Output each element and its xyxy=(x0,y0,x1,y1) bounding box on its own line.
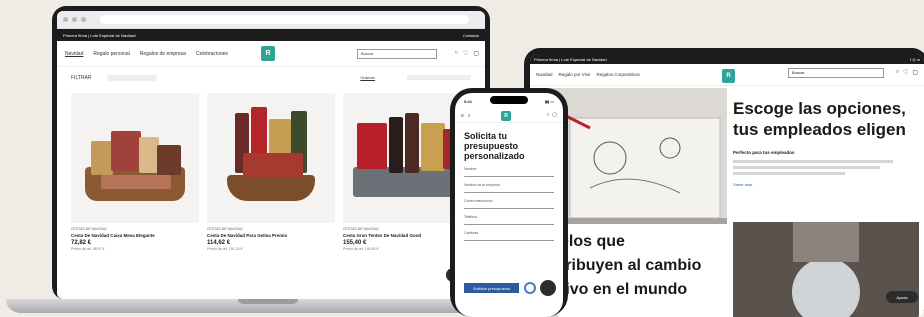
social-icons: f ◎ in xyxy=(910,56,920,62)
cart-icon[interactable]: ▢ xyxy=(473,50,479,57)
tablet-screen: Primera firma | Lote Especial de Navidad… xyxy=(530,54,924,317)
chat-widget-button[interactable]: Ayuda xyxy=(886,291,918,303)
promo-text: Primera firma | Lote Especial de Navidad xyxy=(63,32,136,38)
nav-item-regalos-corporativos[interactable]: Regalos Corporativos xyxy=(596,72,639,77)
promo-banner: Primera firma | Lote Especial de Navidad… xyxy=(57,29,485,41)
promo-contact-link[interactable]: Contacto xyxy=(463,33,479,38)
submit-button[interactable]: Solicitar presupuesto xyxy=(464,283,519,293)
section-subheading: Perfecto para tus empleados xyxy=(733,150,795,155)
address-bar[interactable] xyxy=(100,15,469,24)
laptop-base xyxy=(6,299,528,313)
product-price: 72,82 € xyxy=(71,240,92,246)
filter-chips[interactable] xyxy=(107,75,158,81)
product-brand: CESTAS DE NAVIDAD xyxy=(207,227,243,231)
learn-more-link[interactable]: Saber más xyxy=(733,182,752,187)
main-nav: Navidad Regalo por Vivir Regalos Corpora… xyxy=(530,64,924,86)
recaptcha-icon[interactable] xyxy=(524,282,536,294)
product-card[interactable]: CESTAS DE NAVIDAD Cesta De Navidad Para … xyxy=(207,93,335,251)
form-title: Solicita tu presupuesto personalizado xyxy=(464,131,525,161)
window-minimize-icon[interactable] xyxy=(72,17,77,22)
wishlist-icon[interactable]: ♡ xyxy=(463,50,468,57)
mobile-nav: ≡ ⌕ R ○ ▢ xyxy=(455,109,563,123)
window-close-icon[interactable] xyxy=(63,17,68,22)
product-price: 114,62 € xyxy=(207,240,231,246)
window-maximize-icon[interactable] xyxy=(81,17,86,22)
wishlist-icon[interactable]: ♡ xyxy=(903,69,908,76)
form-field-company[interactable]: Nombre de tu empresa xyxy=(464,183,554,193)
catalog-toolbar: FILTRAR Ordenar xyxy=(57,67,485,89)
brand-logo[interactable]: R xyxy=(501,111,511,121)
sort-button[interactable]: Ordenar xyxy=(360,75,375,80)
product-reference-price: Precio de ref. 88,97 € xyxy=(71,247,105,251)
nav-item-navidad[interactable]: Navidad xyxy=(536,72,553,77)
user-icon[interactable]: ○ xyxy=(454,50,458,57)
form-field-name[interactable]: Nombre xyxy=(464,167,554,177)
product-name[interactable]: Cesta De Navidad Caixa Mesa Elegante xyxy=(71,233,199,238)
product-card[interactable]: CESTAS DE NAVIDAD Cesta De Navidad Caixa… xyxy=(71,93,199,251)
devices-mockup: Primera firma | Lote Especial de Navidad… xyxy=(0,0,924,317)
promo-text: Primera firma | Lote Especial de Navidad xyxy=(534,56,607,62)
form-field-phone[interactable]: Teléfono xyxy=(464,215,554,225)
search-input[interactable]: Buscar xyxy=(788,68,884,78)
nav-item-regalo-por-vivir[interactable]: Regalo por Vivir xyxy=(559,72,591,77)
user-icon[interactable]: ○ xyxy=(895,69,899,76)
overlay-heading: elos que tribuyen al cambio tivo en el m… xyxy=(560,233,702,298)
menu-icon[interactable]: ≡ xyxy=(461,113,464,119)
nav-item-regalo-personal[interactable]: Regalo personal xyxy=(93,51,129,57)
search-icon[interactable]: ⌕ xyxy=(468,113,471,119)
browser-toolbar xyxy=(57,11,485,29)
section-body-text xyxy=(733,160,893,178)
brand-logo[interactable]: R xyxy=(261,46,275,61)
chat-widget-button[interactable] xyxy=(540,280,556,296)
filter-button[interactable]: FILTRAR xyxy=(71,75,91,81)
product-brand: CESTAS DE NAVIDAD xyxy=(71,227,107,231)
search-input[interactable]: Buscar xyxy=(357,49,437,59)
nav-item-regalos-empresa[interactable]: Regalos de empresa xyxy=(140,51,186,57)
main-nav: Navidad Regalo personal Regalos de empre… xyxy=(57,41,485,67)
product-name[interactable]: Cesta De Navidad Para Gelisa Premio xyxy=(207,233,335,238)
product-image[interactable] xyxy=(71,93,199,223)
laptop-screen: Primera firma | Lote Especial de Navidad… xyxy=(57,11,485,299)
section-heading: Escoge las opciones, tus empleados elige… xyxy=(733,99,906,139)
nav-item-navidad[interactable]: Navidad xyxy=(65,51,83,57)
user-icon[interactable]: ○ xyxy=(546,112,549,118)
product-image[interactable] xyxy=(207,93,335,223)
dynamic-island xyxy=(490,96,528,104)
sort-dropdown[interactable] xyxy=(407,75,471,80)
header-icons: ○ ▢ xyxy=(546,112,557,118)
cart-icon[interactable]: ▢ xyxy=(552,112,557,118)
brand-logo[interactable]: R xyxy=(722,69,735,83)
cart-icon[interactable]: ▢ xyxy=(912,69,918,76)
signal-battery-icon: ▮▮ ▭ xyxy=(544,98,554,104)
nav-item-celebraciones[interactable]: Celebraciones xyxy=(196,51,228,57)
header-icons: ○ ♡ ▢ xyxy=(454,50,479,57)
form-field-email[interactable]: Correo electrónico xyxy=(464,199,554,209)
product-grid: CESTAS DE NAVIDAD Cesta De Navidad Caixa… xyxy=(57,89,485,255)
promo-banner: Primera firma | Lote Especial de Navidad… xyxy=(530,54,924,64)
header-icons: ○ ♡ ▢ xyxy=(895,69,918,76)
status-time: 9:41 xyxy=(464,98,473,104)
product-reference-price: Precio de ref. 151,29 € xyxy=(207,247,243,251)
form-field-quantity[interactable]: Cantidad xyxy=(464,231,554,241)
